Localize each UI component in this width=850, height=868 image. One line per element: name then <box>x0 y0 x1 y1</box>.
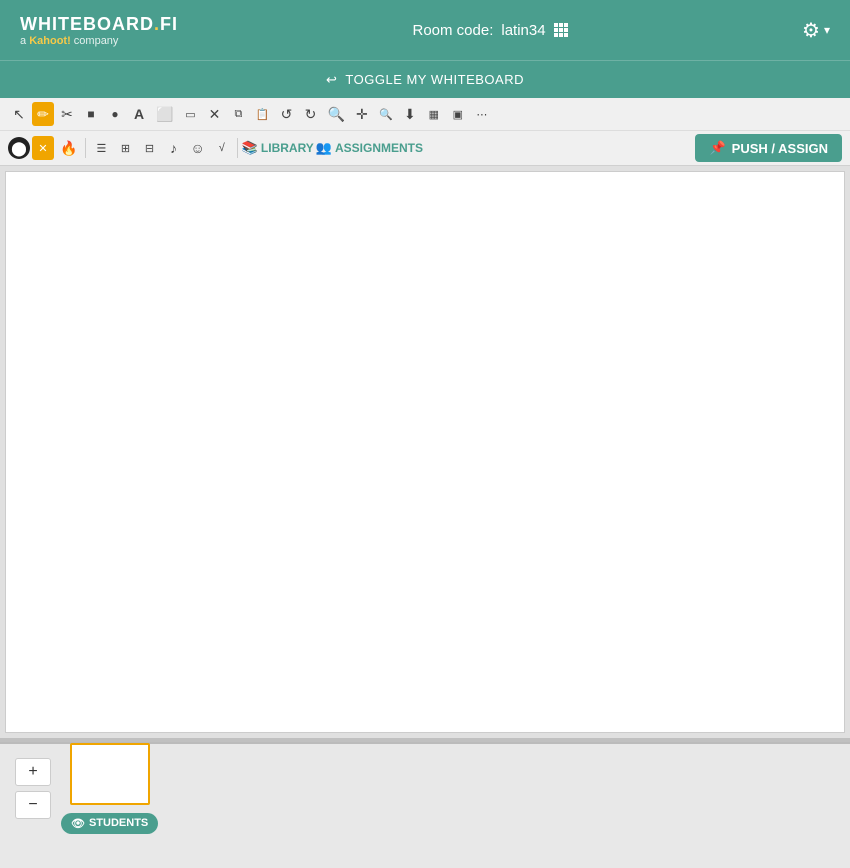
formula-tool[interactable]: √ <box>211 136 233 160</box>
circle-tool[interactable]: ● <box>104 102 126 126</box>
add-page-button[interactable]: + <box>15 758 51 786</box>
table-tool[interactable]: ⊞ <box>114 136 136 160</box>
divider1 <box>85 138 86 158</box>
toolbar-row2: ⬤ ✕ 🔥 ☰ ⊞ ⊟ ♪ ☺ √ 📚 LIBRARY 👥 ASSIGNMENT… <box>0 130 850 165</box>
color-black-tool[interactable]: ⬤ <box>8 137 30 159</box>
push-icon: 📌 <box>709 140 725 156</box>
app-subtitle: a Kahoot! company <box>20 35 178 47</box>
text-tool[interactable]: A <box>128 102 150 126</box>
library-icon: 📚 <box>242 140 258 156</box>
gear-icon: ⚙ <box>802 18 820 43</box>
grid-icon <box>554 23 568 37</box>
page-controls: + − <box>15 758 51 819</box>
more-tool[interactable]: ⋯ <box>471 102 493 126</box>
duplicate-tool[interactable]: ⧉ <box>227 102 249 126</box>
list-view-tool[interactable]: ▣ <box>447 102 469 126</box>
toolbar-row2-left: ⬤ ✕ 🔥 ☰ ⊞ ⊟ ♪ ☺ √ 📚 LIBRARY 👥 ASSIGNMENT… <box>8 136 423 160</box>
eye-icon: 👁 <box>71 817 85 830</box>
room-code-label: Room code: <box>412 22 493 39</box>
toolbar-area: ↖ ✏ ✂ ■ ● A ⬜ ▭ ✕ ⧉ 📋 ↺ ↻ 🔍 ✛ 🔍 ⬇ ▦ ▣ ⋯ … <box>0 98 850 166</box>
zoom-out-tool[interactable]: 🔍 <box>375 102 397 126</box>
app-title: WHITEBOARD.fi <box>20 14 178 35</box>
undo-tool[interactable]: ↺ <box>275 102 297 126</box>
fire-tool[interactable]: 🔥 <box>56 136 81 160</box>
page-thumbnail-area: 👁 STUDENTS <box>61 743 158 834</box>
assignments-button[interactable]: 👥 ASSIGNMENTS <box>316 140 423 156</box>
select-tool[interactable]: ↖ <box>8 102 30 126</box>
toolbar-row1: ↖ ✏ ✂ ■ ● A ⬜ ▭ ✕ ⧉ 📋 ↺ ↻ 🔍 ✛ 🔍 ⬇ ▦ ▣ ⋯ <box>0 98 850 130</box>
download-tool[interactable]: ⬇ <box>399 102 421 126</box>
canvas-container <box>0 166 850 738</box>
lines-tool[interactable]: ☰ <box>90 136 112 160</box>
music-tool[interactable]: ♪ <box>162 136 184 160</box>
chevron-down-icon: ▾ <box>824 23 830 37</box>
toggle-label: ↩ TOGGLE MY WHITEBOARD <box>326 72 524 88</box>
delete-tool[interactable]: ✕ <box>203 102 225 126</box>
push-assign-button[interactable]: 📌 PUSH / ASSIGN <box>695 134 842 162</box>
page-thumbnail[interactable] <box>70 743 150 805</box>
emoji-tool[interactable]: ☺ <box>186 136 208 160</box>
assignments-icon: 👥 <box>316 140 332 156</box>
students-button[interactable]: 👁 STUDENTS <box>61 813 158 834</box>
clear-tool[interactable]: ✕ <box>32 136 54 160</box>
divider2 <box>237 138 238 158</box>
pencil-tool[interactable]: ✏ <box>32 102 54 126</box>
media-tool[interactable]: ▭ <box>179 102 201 126</box>
logo-area: WHITEBOARD.fi a Kahoot! company <box>20 14 178 47</box>
toggle-whiteboard-bar[interactable]: ↩ TOGGLE MY WHITEBOARD <box>0 60 850 98</box>
grid-view-tool[interactable]: ▦ <box>423 102 445 126</box>
whiteboard-canvas[interactable] <box>5 171 845 733</box>
toggle-icon: ↩ <box>326 72 337 88</box>
room-code-display: Room code: latin34 <box>412 22 567 39</box>
search-tool[interactable]: 🔍 <box>323 102 348 126</box>
redo-tool[interactable]: ↻ <box>299 102 321 126</box>
move-tool[interactable]: ✛ <box>351 102 373 126</box>
cut-tool[interactable]: ✂ <box>56 102 78 126</box>
library-button[interactable]: 📚 LIBRARY <box>242 140 314 156</box>
app-header: WHITEBOARD.fi a Kahoot! company Room cod… <box>0 0 850 60</box>
remove-page-button[interactable]: − <box>15 791 51 819</box>
image-tool[interactable]: ⬜ <box>152 102 177 126</box>
paste-tool[interactable]: 📋 <box>251 102 273 126</box>
room-code-value: latin34 <box>501 22 545 39</box>
bottom-area: + − 👁 STUDENTS <box>0 742 850 832</box>
table2-tool[interactable]: ⊟ <box>138 136 160 160</box>
settings-button[interactable]: ⚙ ▾ <box>802 18 830 43</box>
rect-tool[interactable]: ■ <box>80 102 102 126</box>
